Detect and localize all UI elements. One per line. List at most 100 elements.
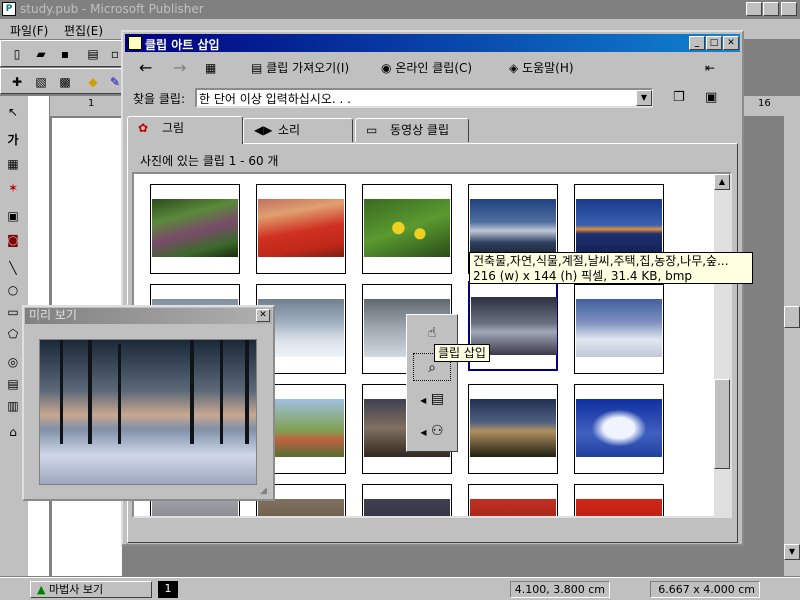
paste-icon[interactable]: ▣ [705,90,717,105]
search-dropdown-button[interactable]: ▼ [636,90,652,106]
resize-grip-icon[interactable]: ◢ [260,486,272,498]
search-input[interactable] [195,88,653,108]
wizard-label: 마법사 보기 [48,583,104,596]
app-title-bar: P study.pub - Microsoft Publisher _ ❐ ✕ [0,0,800,19]
save-icon[interactable]: ▪ [55,44,75,64]
tab-videos[interactable]: ▭ 동영상 클립 [355,118,469,142]
dialog-title-bar[interactable]: 클립 아트 삽입 _ □ ✕ [125,34,740,52]
search-row: 찾을 클립: ▼ ❐ ▣ [125,84,740,110]
html-fragment-icon[interactable]: ▥ [3,396,23,416]
copy-icon[interactable]: ❐ [673,90,685,105]
new-icon[interactable]: ▯ [7,44,27,64]
app-title: study.pub - Microsoft Publisher [20,2,204,16]
clip-thumbnail[interactable] [362,484,452,516]
clip-thumbnail[interactable] [574,284,664,374]
main-vertical-scrollbar[interactable]: ▼ [784,96,800,576]
text-frame-icon[interactable]: 가 [3,130,23,150]
size-readout: 6.667 x 4.000 cm [650,581,760,598]
online-clips-button[interactable]: ◉ 온라인 클립(C) [381,58,472,78]
status-bar: ▲ 마법사 보기 1 4.100, 3.800 cm 6.667 x 4.000… [0,577,800,600]
tree-shape [60,340,63,444]
change-window-size-icon[interactable]: ⇤ [705,58,715,78]
clip-image [364,499,450,516]
preview-close-button[interactable]: ✕ [256,309,270,322]
custom-shape-icon[interactable]: ⬠ [3,324,23,344]
tree-shape [118,344,121,444]
dialog-close-button[interactable]: ✕ [723,36,739,50]
main-scroll-down[interactable]: ▼ [784,544,800,560]
insert-clip-button[interactable]: ☝ [413,319,451,347]
table-frame-icon[interactable]: ▦ [3,154,23,174]
design-gallery-icon[interactable]: ⌂ [3,422,23,442]
find-similar-button[interactable]: ◀ ⚇ [413,417,451,445]
help-button[interactable]: ◈ 도움말(H) [509,58,574,78]
clip-info-tooltip: 건축물,자연,식물,계절,날씨,주택,집,농장,나무,숲... 216 (w) … [469,252,753,284]
submenu-arrow-icon: ◀ [420,396,427,405]
preview-window: 미리 보기 ✕ ◢ [22,305,275,501]
clip-thumbnail[interactable] [150,184,240,274]
menu-file[interactable]: 파일(F) [10,22,48,39]
form-control-icon[interactable]: ▤ [3,374,23,394]
help-label: 도움말(H) [522,61,574,75]
close-button[interactable]: ✕ [781,2,797,16]
import-clips-button[interactable]: ▤ 클립 가져오기(I) [251,58,349,78]
nudge-icon[interactable]: ✚ [7,72,27,92]
oval-tool-icon[interactable]: ○ [3,280,23,300]
clip-keywords: 건축물,자연,식물,계절,날씨,주택,집,농장,나무,숲... [473,254,729,268]
clip-image [470,199,556,257]
shadow-icon[interactable]: ▩ [55,72,75,92]
tab-pictures[interactable]: ✿ 그림 [127,116,243,144]
all-categories-icon[interactable]: ▦ [205,58,216,78]
restore-button[interactable]: ❐ [763,2,779,16]
clip-thumbnail[interactable] [468,384,558,474]
page-navigator[interactable]: 1 [158,581,178,598]
forward-icon[interactable]: → [173,58,186,78]
search-label: 찾을 클립: [133,92,186,106]
rectangle-tool-icon[interactable]: ▭ [3,302,23,322]
dialog-maximize-button[interactable]: □ [706,36,722,50]
clip-thumbnail[interactable] [256,184,346,274]
minimize-button[interactable]: _ [746,2,762,16]
scroll-up-arrow-icon[interactable]: ▲ [714,174,730,190]
preview-title-bar[interactable]: 미리 보기 ✕ [25,308,272,324]
dialog-toolbar: ← → ▦ ▤ 클립 가져오기(I) ◉ 온라인 클립(C) ◈ 도움말(H) … [125,54,740,82]
tab-sounds[interactable]: ◀▶ 소리 [243,118,353,142]
clipart-icon [128,36,142,50]
binoculars-icon: ⚇ [431,423,444,439]
wizard-toggle[interactable]: ▲ 마법사 보기 [30,581,152,598]
clip-thumbnail[interactable] [468,484,558,516]
clip-image [152,199,238,257]
clip-grid-scrollbar[interactable]: ▲ [714,174,730,516]
clip-grid-scroll-thumb[interactable] [714,379,730,469]
tree-shape [190,340,194,444]
clip-thumbnail[interactable] [362,184,452,274]
tab-videos-label: 동영상 클립 [390,123,450,137]
favorites-icon: ▤ [430,391,444,407]
picture-frame-icon[interactable]: ▣ [3,206,23,226]
clipart-frame-icon[interactable]: ◙ [3,230,23,250]
clip-count-label: 사진에 있는 클립 1 - 60 개 [140,154,279,168]
fill-color-icon[interactable]: ◆ [83,72,103,92]
video-icon: ▭ [366,123,378,137]
menu-edit[interactable]: 편집(E) [64,22,103,39]
ruler-mark: 16 [758,98,771,109]
clip-image [576,299,662,357]
print-icon[interactable]: ▤ [83,44,103,64]
publisher-icon: P [2,2,16,16]
open-icon[interactable]: ▰ [31,44,51,64]
clip-image [576,199,662,257]
hotspot-icon[interactable]: ◎ [3,352,23,372]
clip-thumbnail[interactable] [574,384,664,474]
frame-icon[interactable]: ▧ [31,72,51,92]
clip-file-info: 216 (w) x 144 (h) 픽셀, 31.4 KB, bmp [473,269,693,283]
add-to-favorites-button[interactable]: ◀ ▤ [413,385,451,413]
back-icon[interactable]: ← [139,58,152,78]
clip-image [470,499,556,516]
pointer-icon[interactable]: ↖ [3,102,23,122]
clip-image [152,499,238,516]
wordart-icon[interactable]: ✶ [3,178,23,198]
line-tool-icon[interactable]: ╲ [3,258,23,278]
main-scroll-thumb[interactable] [784,306,800,328]
dialog-minimize-button[interactable]: _ [689,36,705,50]
clip-thumbnail[interactable] [574,484,664,516]
